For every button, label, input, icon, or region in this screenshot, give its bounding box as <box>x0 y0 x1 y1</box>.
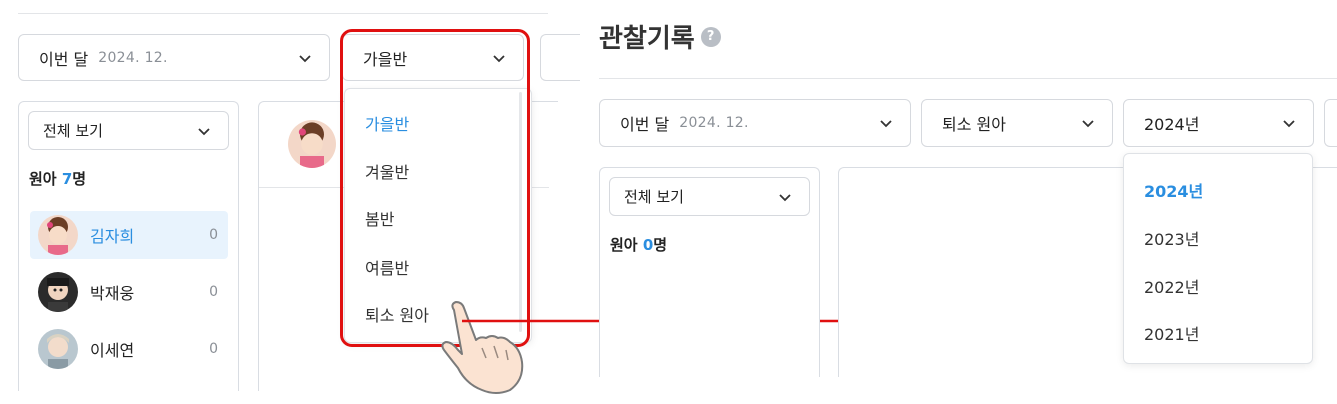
filter-select-right[interactable]: 전체 보기 <box>609 177 810 216</box>
child-name: 박재웅 <box>90 284 135 303</box>
class-select-right[interactable]: 퇴소 원아 <box>921 99 1113 147</box>
avatar <box>38 329 78 369</box>
class-select-value: 퇴소 원아 <box>942 115 1006 134</box>
help-icon[interactable]: ? <box>700 26 721 47</box>
filter-select-value: 전체 보기 <box>624 188 684 206</box>
month-value: 2024. 12. <box>98 49 168 66</box>
chevron-down-icon <box>1082 120 1094 128</box>
child-row[interactable]: 이세연 0 <box>30 325 228 373</box>
child-row[interactable]: 김자희 0 <box>30 211 228 259</box>
top-divider-left <box>18 13 548 14</box>
child-name: 이세연 <box>90 341 135 360</box>
year-option[interactable]: 2024년 <box>1124 178 1312 202</box>
child-count: 0 <box>209 341 218 357</box>
title-divider <box>599 78 1337 79</box>
chevron-down-icon <box>779 193 791 201</box>
child-name: 김자희 <box>90 227 135 246</box>
chevron-down-icon <box>880 120 892 128</box>
child-row[interactable]: 박재웅 0 <box>30 268 228 316</box>
year-option[interactable]: 2021년 <box>1124 321 1312 345</box>
child-count: 0 <box>209 227 218 243</box>
year-select-value: 2024년 <box>1144 115 1200 134</box>
year-option[interactable]: 2023년 <box>1124 226 1312 250</box>
year-option[interactable]: 2022년 <box>1124 274 1312 298</box>
avatar <box>38 272 78 312</box>
chevron-down-icon <box>198 127 210 135</box>
month-label: 이번 달 <box>39 49 89 69</box>
children-count-left: 원아 7명 <box>29 170 87 188</box>
extra-select-right-partial[interactable] <box>1324 99 1337 147</box>
children-count-right: 원아 0명 <box>610 236 668 254</box>
year-select-left-partial[interactable] <box>540 34 580 81</box>
month-value: 2024. 12. <box>679 115 749 131</box>
filter-select-left[interactable]: 전체 보기 <box>28 111 229 150</box>
chevron-down-icon <box>1283 120 1295 128</box>
filter-select-value: 전체 보기 <box>43 122 103 140</box>
year-select-right[interactable]: 2024년 <box>1123 99 1314 147</box>
child-count: 0 <box>209 284 218 300</box>
avatar <box>38 215 78 255</box>
month-select-left[interactable]: 이번 달 2024. 12. <box>18 34 330 81</box>
month-select-right[interactable]: 이번 달 2024. 12. <box>599 99 911 147</box>
year-dropdown-menu: 2024년 2023년 2022년 2021년 <box>1123 153 1313 364</box>
selected-child-avatar <box>288 120 336 168</box>
chevron-down-icon <box>299 54 311 62</box>
month-label: 이번 달 <box>620 115 670 134</box>
page-title: 관찰기록 ? <box>599 18 721 55</box>
